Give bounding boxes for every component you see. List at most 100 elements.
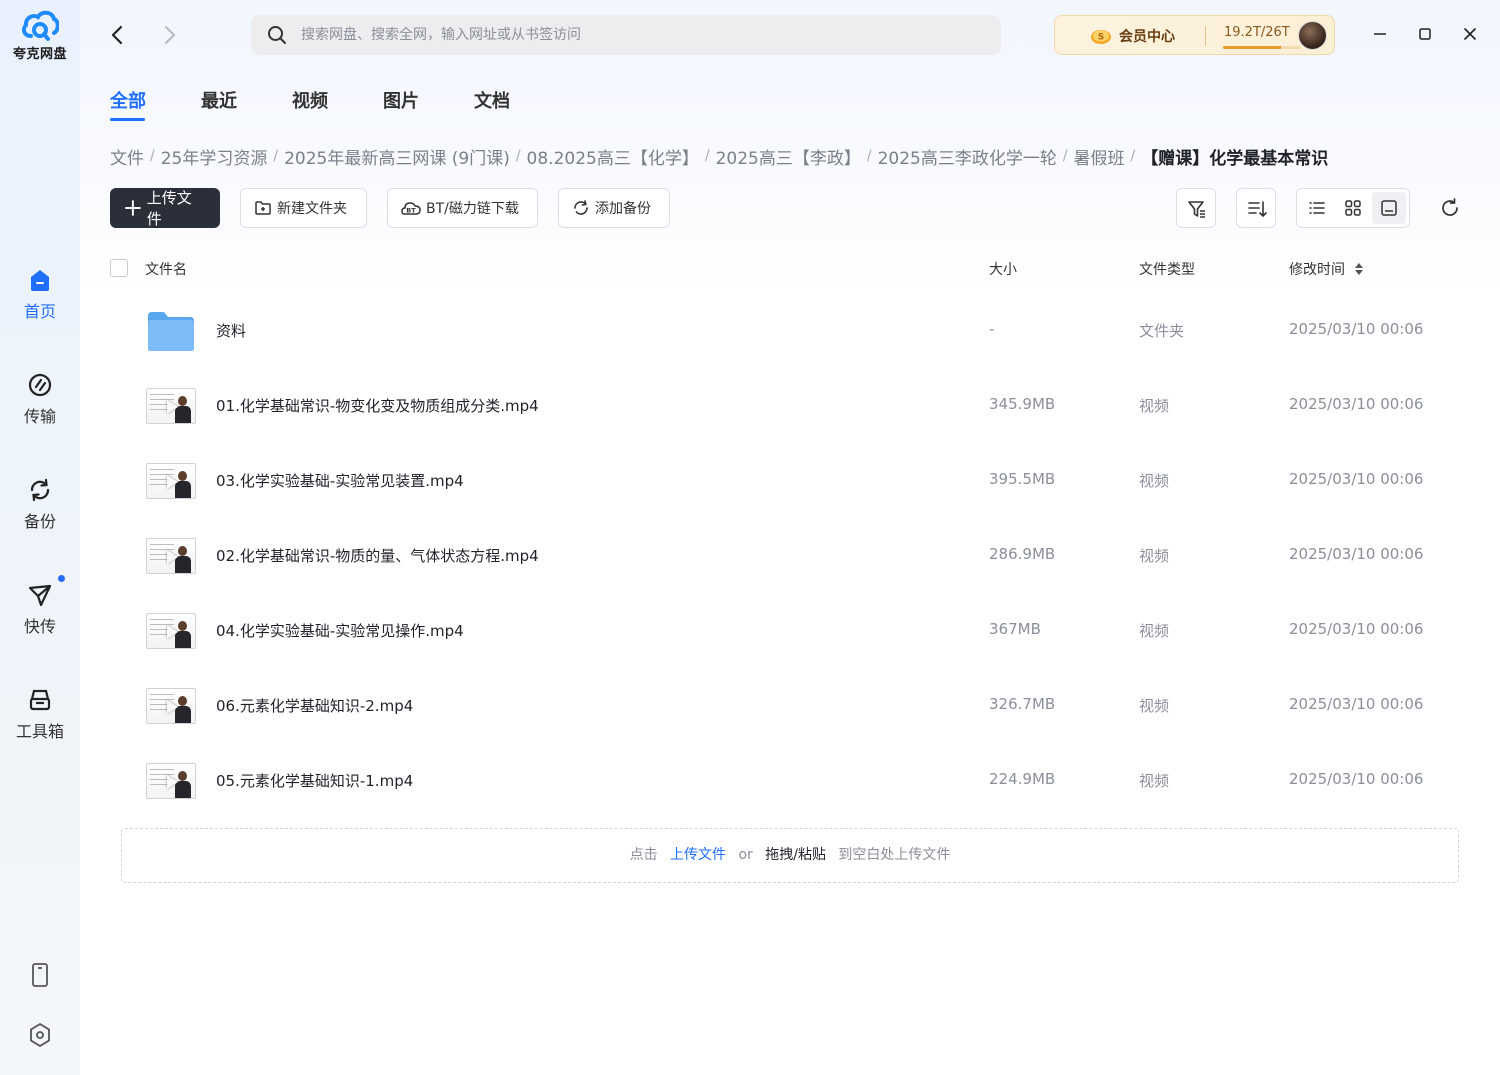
avatar[interactable] [1298, 21, 1327, 50]
sidebar-item-label: 快传 [23, 617, 56, 636]
tab-video[interactable]: 视频 [292, 87, 328, 113]
column-type[interactable]: 文件类型 [1139, 259, 1195, 279]
column-name[interactable]: 文件名 [145, 259, 187, 279]
new-folder-label: 新建文件夹 [277, 201, 347, 217]
file-row-video[interactable]: 01.化学基础常识-物变化变及物质组成分类.mp4 345.9MB 视频 202… [110, 368, 1460, 443]
phone-button[interactable] [0, 962, 80, 988]
refresh-button[interactable] [1439, 197, 1461, 219]
file-row-folder[interactable]: 资料 - 文件夹 2025/03/10 00:06 [110, 293, 1460, 368]
tab-documents[interactable]: 文档 [474, 87, 510, 113]
tab-recent[interactable]: 最近 [201, 87, 237, 113]
file-row-video[interactable]: 05.元素化学基础知识-1.mp4 224.9MB 视频 2025/03/10 … [110, 743, 1460, 818]
file-list-header: 文件名 大小 文件类型 修改时间 [110, 252, 1460, 284]
sidebar-item-toolbox[interactable]: 工具箱 [0, 686, 80, 742]
file-row-video[interactable]: 04.化学实验基础-实验常见操作.mp4 367MB 视频 2025/03/10… [110, 593, 1460, 668]
sort-button[interactable] [1236, 188, 1276, 228]
add-backup-button[interactable]: 添加备份 [558, 188, 670, 228]
app-name: 夸克网盘 [12, 47, 67, 62]
file-row-video[interactable]: 02.化学基础常识-物质的量、气体状态方程.mp4 286.9MB 视频 202… [110, 518, 1460, 593]
dropzone-upload-link[interactable]: 上传文件 [670, 847, 726, 863]
forward-button[interactable] [156, 22, 182, 48]
vip-divider [1205, 26, 1206, 46]
back-button[interactable] [105, 22, 131, 48]
sidebar-item-transfer[interactable]: 传输 [0, 371, 80, 427]
file-name: 03.化学实验基础-实验常见装置.mp4 [216, 472, 464, 490]
upload-button[interactable]: 上传文件 [110, 188, 220, 228]
file-size: 326.7MB [989, 695, 1056, 713]
new-folder-button[interactable]: 新建文件夹 [240, 188, 367, 228]
list-view-button[interactable] [1300, 192, 1334, 224]
breadcrumb-item[interactable]: 25年学习资源 [161, 144, 268, 169]
file-type: 视频 [1139, 697, 1170, 715]
file-modified: 2025/03/10 00:06 [1289, 470, 1424, 488]
file-modified: 2025/03/10 00:06 [1289, 770, 1424, 788]
breadcrumb-item[interactable]: 2025高三【李政】 [716, 144, 861, 169]
filter-button[interactable] [1176, 188, 1216, 228]
sidebar-item-label: 工具箱 [15, 722, 64, 741]
settings-button[interactable] [0, 1022, 80, 1048]
maximize-icon [1419, 28, 1431, 40]
breadcrumb-separator: / [1130, 148, 1136, 164]
app-logo[interactable]: 夸克网盘 [0, 8, 80, 62]
file-modified: 2025/03/10 00:06 [1289, 395, 1424, 413]
vip-center[interactable]: S 会员中心 19.2T/26T [1054, 15, 1335, 55]
breadcrumb-item[interactable]: 2025高三李政化学一轮 [878, 144, 1057, 169]
tab-all[interactable]: 全部 [110, 87, 146, 113]
minimize-button[interactable] [1370, 24, 1390, 44]
folder-icon [148, 312, 194, 351]
video-thumbnail [146, 763, 196, 799]
select-all-checkbox[interactable] [110, 259, 128, 277]
file-name: 02.化学基础常识-物质的量、气体状态方程.mp4 [216, 547, 539, 565]
new-folder-icon [255, 201, 271, 215]
sort-caret-icon[interactable] [1354, 262, 1364, 276]
search-bar[interactable] [251, 15, 1001, 55]
video-thumbnail [146, 688, 196, 724]
breadcrumb-current: 【赠课】化学最基本常识 [1141, 148, 1329, 169]
breadcrumb-item[interactable]: 08.2025高三【化学】 [527, 144, 699, 169]
storage-usage: 19.2T/26T [1224, 25, 1290, 40]
bt-download-label: BT/磁力链下载 [426, 201, 519, 217]
sidebar-item-home[interactable]: 首页 [0, 266, 80, 322]
search-input[interactable] [301, 15, 981, 55]
play-icon [167, 700, 178, 714]
breadcrumb-item[interactable]: 文件 [110, 144, 144, 169]
file-row-video[interactable]: 03.化学实验基础-实验常见装置.mp4 395.5MB 视频 2025/03/… [110, 443, 1460, 518]
file-modified: 2025/03/10 00:06 [1289, 320, 1424, 338]
file-modified: 2025/03/10 00:06 [1289, 545, 1424, 563]
tab-images[interactable]: 图片 [383, 87, 419, 113]
file-type: 文件夹 [1139, 322, 1185, 340]
dropzone-drag-paste: 拖拽/粘贴 [765, 847, 826, 863]
notification-dot [58, 575, 65, 582]
sidebar-item-quick-send[interactable]: 快传 [0, 581, 80, 637]
column-size[interactable]: 大小 [989, 259, 1017, 279]
file-type: 视频 [1139, 472, 1170, 490]
sidebar-item-label: 备份 [23, 512, 56, 531]
breadcrumb-item[interactable]: 2025年最新高三网课 (9门课) [284, 144, 510, 169]
upload-button-label: 上传文件 [146, 189, 192, 228]
sidebar-item-backup[interactable]: 备份 [0, 476, 80, 532]
file-row-video[interactable]: 06.元素化学基础知识-2.mp4 326.7MB 视频 2025/03/10 … [110, 668, 1460, 743]
refresh-icon [1442, 198, 1458, 216]
video-thumbnail [146, 463, 196, 499]
preview-view-button[interactable] [1372, 192, 1406, 224]
file-modified: 2025/03/10 00:06 [1289, 620, 1424, 638]
add-backup-label: 添加备份 [595, 201, 651, 217]
bt-magnet-icon: BT [401, 202, 421, 215]
maximize-button[interactable] [1415, 24, 1435, 44]
upload-dropzone[interactable]: 点击 上传文件 or 拖拽/粘贴 到空白处上传文件 [121, 828, 1459, 883]
breadcrumb-separator: / [1062, 148, 1068, 164]
sidebar-item-label: 传输 [23, 407, 56, 426]
svg-text:S: S [1098, 33, 1104, 43]
storage-progress [1223, 46, 1301, 49]
play-icon [167, 550, 178, 564]
file-name: 资料 [216, 322, 247, 340]
transfer-icon [0, 371, 80, 399]
vip-coin-icon: S [1091, 30, 1111, 44]
bt-download-button[interactable]: BT BT/磁力链下载 [387, 188, 538, 228]
close-button[interactable] [1460, 24, 1480, 44]
grid-view-button[interactable] [1336, 192, 1370, 224]
column-modified[interactable]: 修改时间 [1289, 259, 1345, 279]
breadcrumb-item[interactable]: 暑假班 [1074, 144, 1125, 169]
video-thumbnail [146, 388, 196, 424]
file-name: 01.化学基础常识-物变化变及物质组成分类.mp4 [216, 397, 539, 415]
